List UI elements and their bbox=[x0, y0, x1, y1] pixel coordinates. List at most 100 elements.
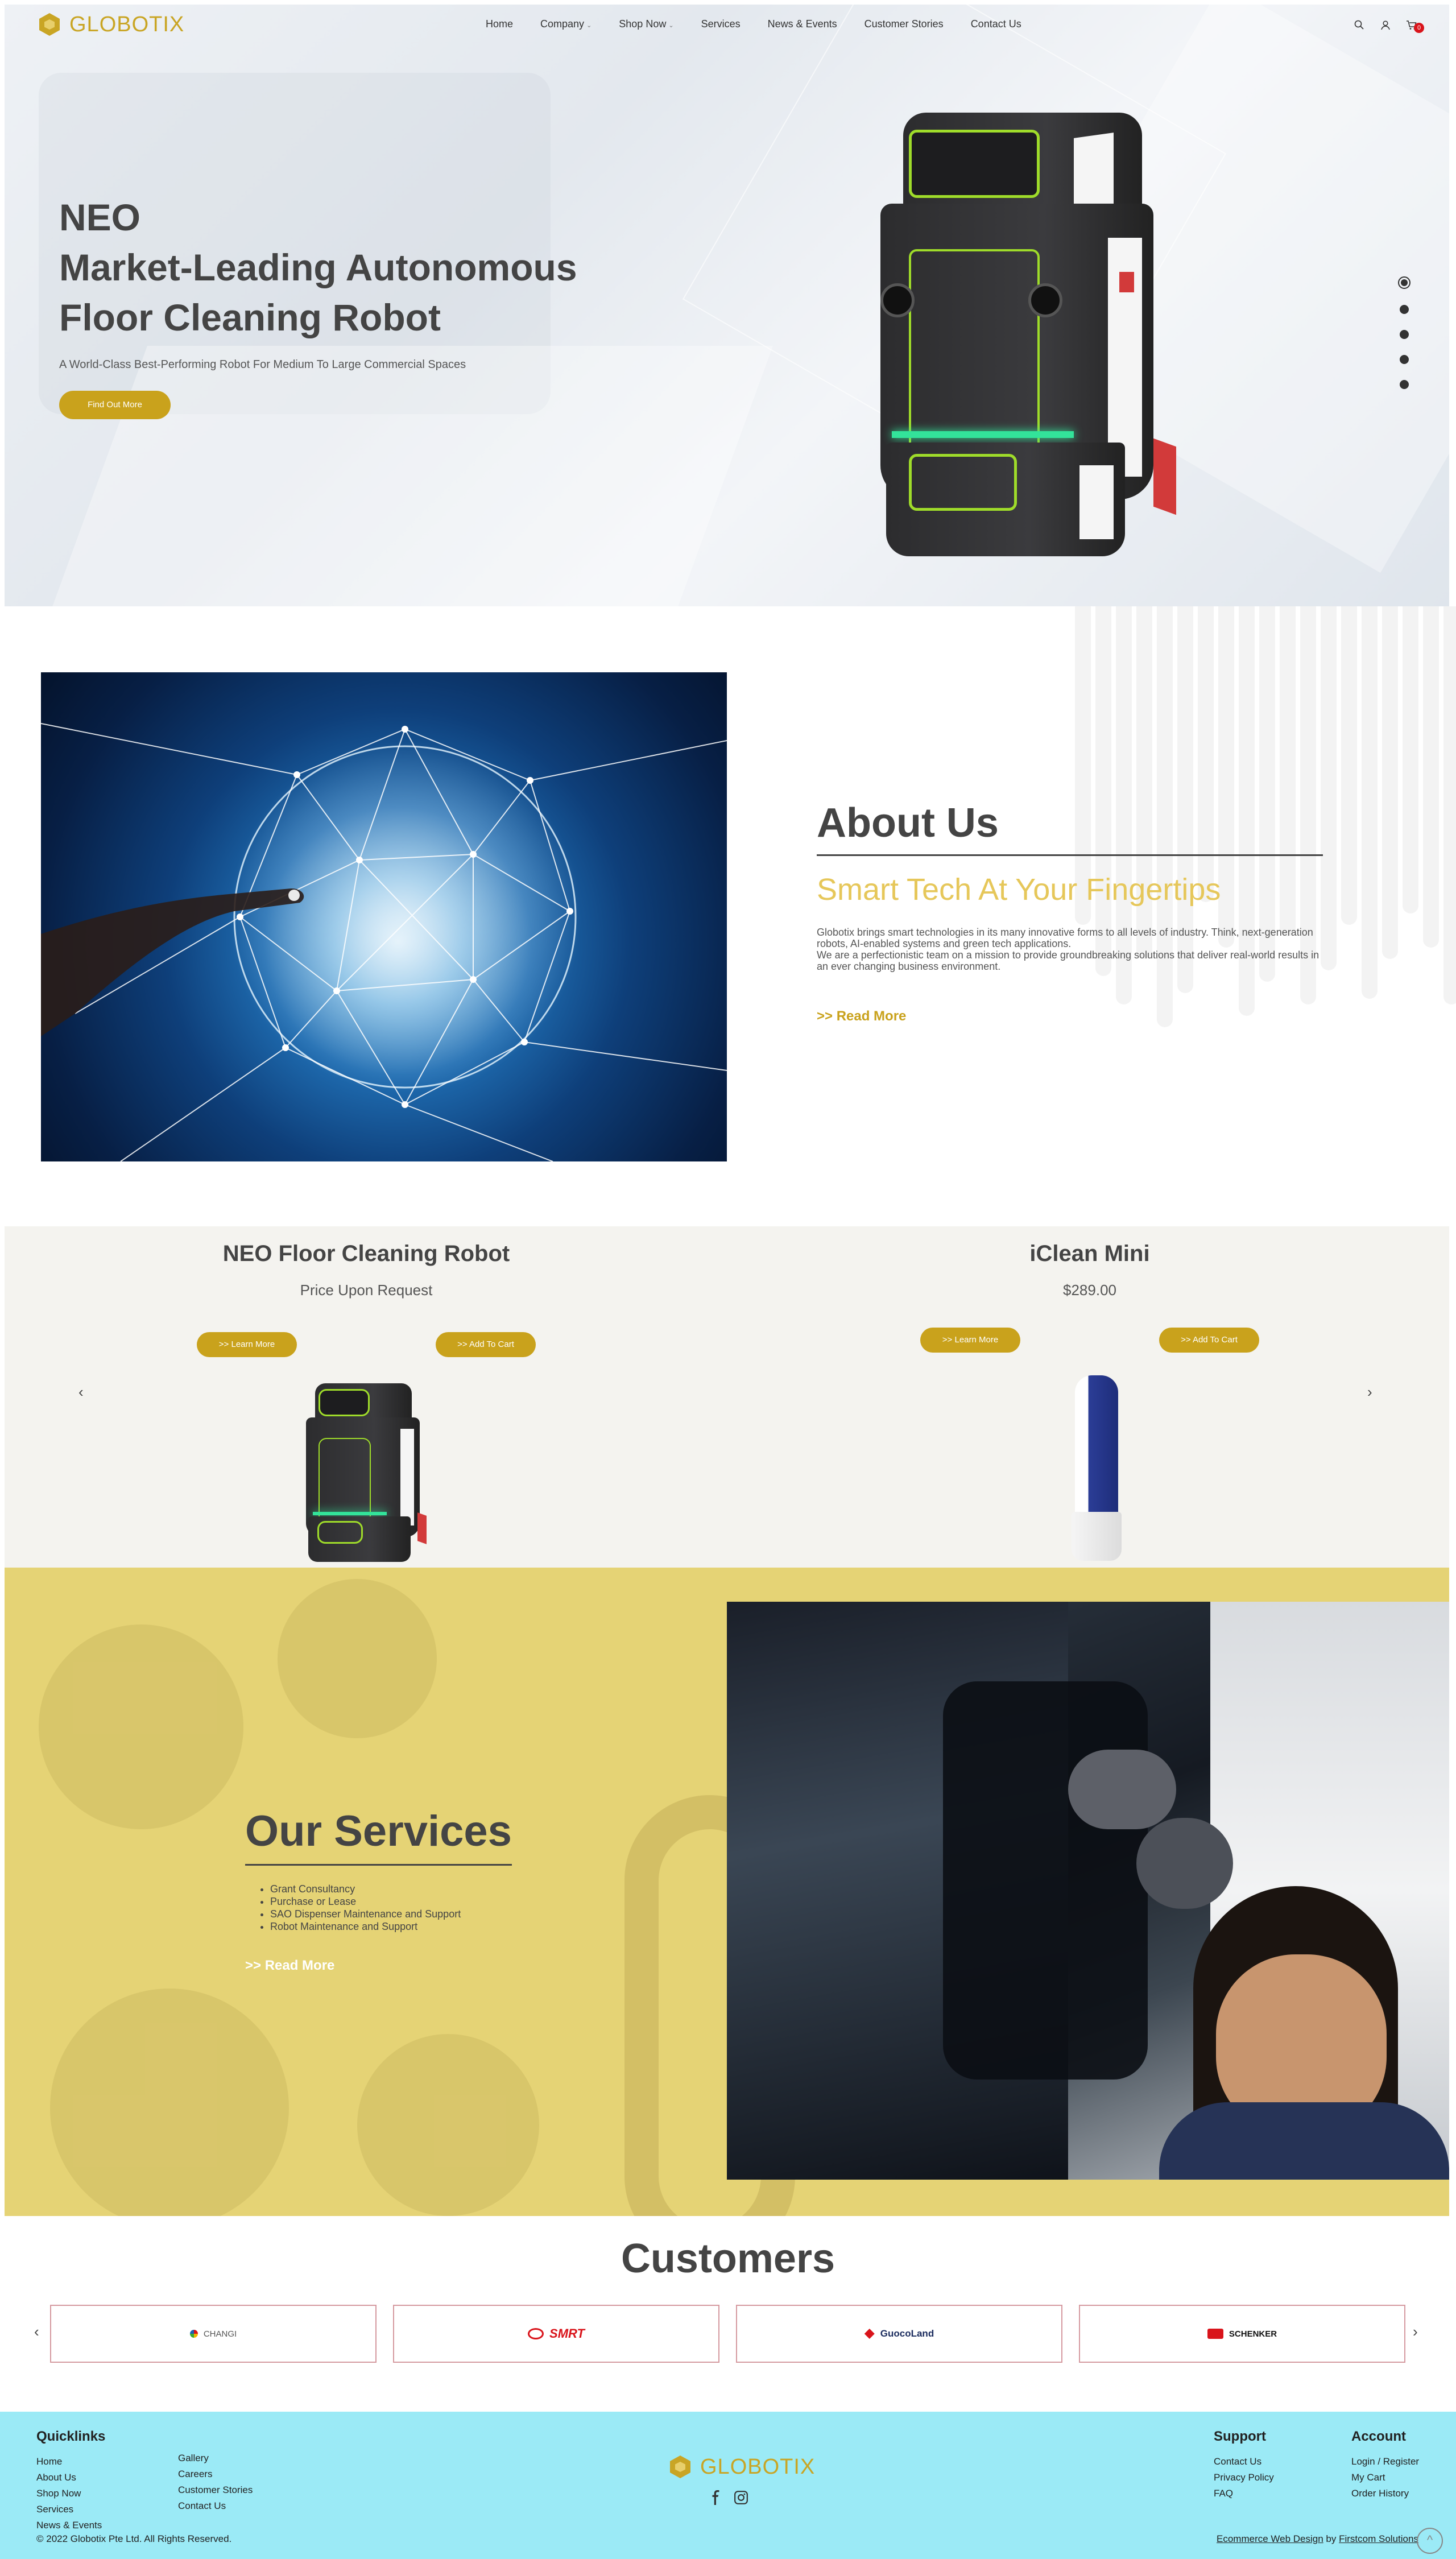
nav-item-shop-now[interactable]: Shop Now ⌄ bbox=[619, 18, 673, 30]
products-carousel: ‹ NEO Floor Cleaning Robot Price Upon Re… bbox=[5, 1226, 1449, 1568]
hero-title: NEO Market-Leading Autonomous Floor Clea… bbox=[59, 192, 577, 342]
carousel-prev-arrow[interactable]: ‹ bbox=[78, 1383, 84, 1401]
footer-link-my-cart[interactable]: My Cart bbox=[1351, 2470, 1419, 2486]
footer-link-faq[interactable]: FAQ bbox=[1214, 2486, 1274, 2502]
hero-slider-dots bbox=[1398, 276, 1410, 389]
add-to-cart-button[interactable]: >> Add To Cart bbox=[436, 1332, 536, 1357]
network-globe-illustration bbox=[41, 723, 727, 1161]
learn-more-button[interactable]: >> Learn More bbox=[197, 1332, 297, 1357]
customers-section: Customers ‹ CHANGI SMRT GuocoLand SCHENK… bbox=[0, 2216, 1456, 2412]
footer-link-order-history[interactable]: Order History bbox=[1351, 2486, 1419, 2502]
facebook-icon[interactable] bbox=[709, 2490, 723, 2505]
add-to-cart-button[interactable]: >> Add To Cart bbox=[1159, 1328, 1259, 1353]
footer-quicklinks-col2: Gallery Careers Customer Stories Contact… bbox=[178, 2450, 253, 2514]
footer-quicklinks: Quicklinks Home About Us Shop Now Servic… bbox=[36, 2429, 105, 2533]
customers-next-arrow[interactable]: › bbox=[1413, 2323, 1418, 2341]
cart-button[interactable]: 0 bbox=[1406, 19, 1424, 33]
product-actions: >> Learn More >> Add To Cart bbox=[197, 1332, 536, 1357]
nav-label: Shop Now bbox=[619, 18, 667, 30]
footer-link-contact-us[interactable]: Contact Us bbox=[1214, 2454, 1274, 2470]
smrt-logo-icon bbox=[528, 2328, 544, 2339]
nav-label: Company bbox=[540, 18, 585, 30]
hero-banner: GLOBOTIX Home Company ⌄ Shop Now ⌄ Service… bbox=[5, 5, 1449, 606]
footer-link-about-us[interactable]: About Us bbox=[36, 2470, 105, 2486]
nav-item-services[interactable]: Services bbox=[701, 18, 741, 30]
footer-link-login-register[interactable]: Login / Register bbox=[1351, 2454, 1419, 2470]
nav-item-company[interactable]: Company ⌄ bbox=[540, 18, 592, 30]
nav-item-home[interactable]: Home bbox=[486, 18, 513, 30]
logo-mark-icon bbox=[36, 11, 63, 38]
about-heading: About Us bbox=[817, 800, 1323, 856]
about-paragraph-1: Globotix brings smart technologies in it… bbox=[817, 927, 1313, 949]
slider-dot-5[interactable] bbox=[1400, 380, 1409, 389]
footer-link-customer-stories[interactable]: Customer Stories bbox=[178, 2482, 253, 2498]
credit-link-firstcom[interactable]: Firstcom Solutions bbox=[1339, 2533, 1418, 2544]
product-actions: >> Learn More >> Add To Cart bbox=[920, 1328, 1259, 1353]
about-tagline: Smart Tech At Your Fingertips bbox=[817, 873, 1221, 907]
site-footer: Quicklinks Home About Us Shop Now Servic… bbox=[0, 2412, 1456, 2559]
carousel-next-arrow[interactable]: › bbox=[1367, 1383, 1372, 1401]
decorative-circle bbox=[50, 1989, 289, 2216]
slider-dot-4[interactable] bbox=[1400, 355, 1409, 364]
decorative-bar bbox=[1321, 606, 1337, 970]
footer-brand-logo[interactable]: GLOBOTIX bbox=[667, 2454, 815, 2480]
product-name: NEO Floor Cleaning Robot bbox=[222, 1241, 510, 1266]
about-paragraph-2: We are a perfectionistic team on a missi… bbox=[817, 949, 1320, 972]
product-name: iClean Mini bbox=[1029, 1241, 1150, 1266]
learn-more-button[interactable]: >> Learn More bbox=[920, 1328, 1020, 1353]
customer-name: GuocoLand bbox=[880, 2328, 934, 2339]
product-price: Price Upon Request bbox=[300, 1281, 433, 1299]
nav-item-news-events[interactable]: News & Events bbox=[768, 18, 837, 30]
product-card-neo: NEO Floor Cleaning Robot Price Upon Requ… bbox=[139, 1241, 594, 1562]
footer-link-privacy-policy[interactable]: Privacy Policy bbox=[1214, 2470, 1274, 2486]
decorative-bar bbox=[1443, 606, 1456, 1004]
services-read-more-link[interactable]: >> Read More bbox=[245, 1958, 334, 1974]
about-read-more-link[interactable]: >> Read More bbox=[817, 1008, 906, 1024]
footer-link-shop-now[interactable]: Shop Now bbox=[36, 2486, 105, 2502]
nav-label: Services bbox=[701, 18, 741, 30]
footer-heading: Support bbox=[1214, 2429, 1266, 2444]
credit-by-text: by bbox=[1323, 2533, 1339, 2544]
changi-logo-icon bbox=[189, 2330, 198, 2338]
brand-logo[interactable]: GLOBOTIX bbox=[36, 11, 184, 38]
customers-prev-arrow[interactable]: ‹ bbox=[34, 2323, 39, 2341]
slider-dot-3[interactable] bbox=[1400, 330, 1409, 339]
footer-link-news-events[interactable]: News & Events bbox=[36, 2517, 105, 2533]
nav-item-contact-us[interactable]: Contact Us bbox=[971, 18, 1021, 30]
cart-count-badge: 0 bbox=[1414, 23, 1424, 33]
about-paragraph: Globotix brings smart technologies in it… bbox=[817, 927, 1323, 972]
footer-support: Support Contact Us Privacy Policy FAQ bbox=[1214, 2429, 1274, 2502]
footer-heading: Quicklinks bbox=[36, 2429, 106, 2444]
footer-link-home[interactable]: Home bbox=[36, 2454, 105, 2470]
instagram-icon[interactable] bbox=[734, 2490, 748, 2505]
credit-link-web-design[interactable]: Ecommerce Web Design bbox=[1217, 2533, 1323, 2544]
customer-logo-schenker[interactable]: SCHENKER bbox=[1079, 2305, 1405, 2363]
customer-logo-changi[interactable]: CHANGI bbox=[50, 2305, 377, 2363]
decorative-bar bbox=[1403, 606, 1418, 913]
footer-link-services[interactable]: Services bbox=[36, 2502, 105, 2517]
services-section: Our Services Grant Consultancy Purchase … bbox=[5, 1568, 1449, 2216]
footer-link-gallery[interactable]: Gallery bbox=[178, 2450, 253, 2466]
services-heading: Our Services bbox=[245, 1806, 512, 1866]
find-out-more-button[interactable]: Find Out More bbox=[59, 391, 171, 419]
back-to-top-button[interactable]: ^ bbox=[1417, 2528, 1443, 2554]
chevron-down-icon: ⌄ bbox=[586, 22, 592, 29]
slider-dot-2[interactable] bbox=[1400, 305, 1409, 314]
guocoland-logo-icon bbox=[864, 2329, 875, 2339]
slider-dot-1[interactable] bbox=[1398, 276, 1410, 289]
customer-logo-smrt[interactable]: SMRT bbox=[393, 2305, 719, 2363]
search-icon[interactable] bbox=[1354, 19, 1365, 31]
decorative-bar bbox=[1382, 606, 1398, 959]
neo-robot-image bbox=[858, 101, 1210, 568]
social-links bbox=[709, 2490, 748, 2505]
nav-label: Customer Stories bbox=[864, 18, 944, 30]
product-card-iclean-mini: iClean Mini $289.00 >> Learn More >> Add… bbox=[862, 1241, 1317, 1561]
customer-logo-guocoland[interactable]: GuocoLand bbox=[736, 2305, 1062, 2363]
nav-icons: 0 bbox=[1354, 19, 1424, 33]
service-item: Purchase or Lease bbox=[270, 1895, 512, 1908]
footer-link-contact-us[interactable]: Contact Us bbox=[178, 2498, 253, 2514]
nav-item-customer-stories[interactable]: Customer Stories bbox=[864, 18, 944, 30]
user-icon[interactable] bbox=[1380, 19, 1391, 31]
hero-text: NEO Market-Leading Autonomous Floor Clea… bbox=[59, 192, 577, 419]
footer-link-careers[interactable]: Careers bbox=[178, 2466, 253, 2482]
